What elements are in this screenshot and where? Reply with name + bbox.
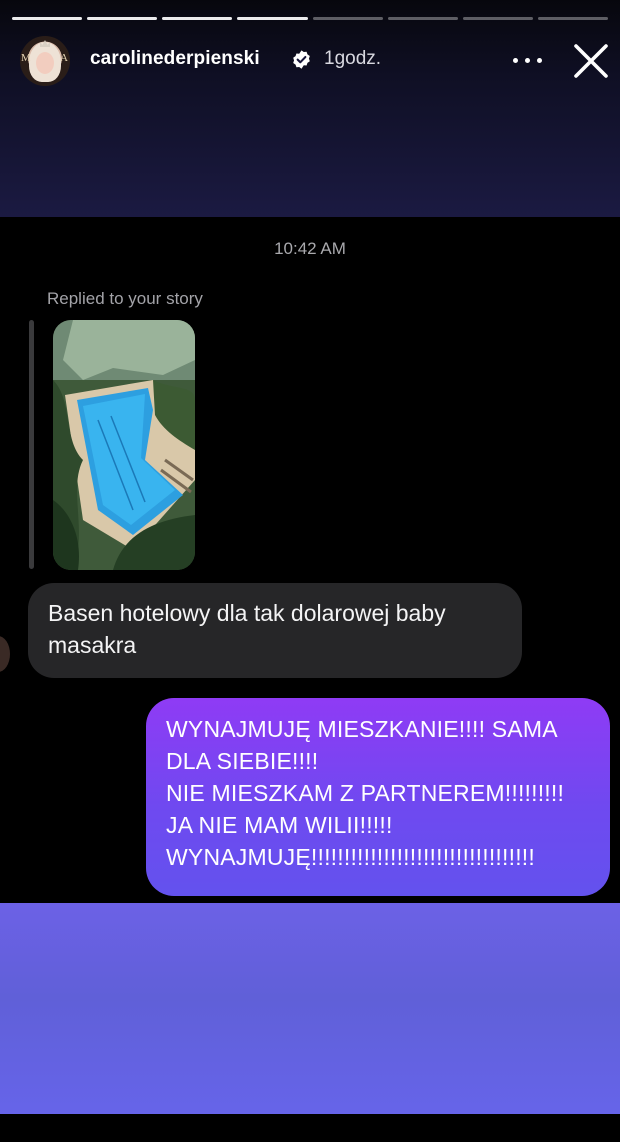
avatar-logo-right: A (60, 52, 68, 64)
more-dot (525, 58, 530, 63)
more-dot (537, 58, 542, 63)
avatar-face (36, 52, 54, 74)
more-options-icon[interactable] (510, 48, 546, 72)
story-progress-bar (12, 17, 608, 20)
story-time-ago: 1godz. (324, 48, 382, 69)
story-header-background (0, 0, 620, 217)
story-progress-segment (162, 17, 233, 20)
outgoing-message-line: WYNAJMUJĘ!!!!!!!!!!!!!!!!!!!!!!!!!!!!!!!… (166, 844, 535, 870)
outgoing-message-line: NIE MIESZKAM Z PARTNEREM!!!!!!!!! (166, 780, 565, 806)
avatar-logo-left: M (21, 52, 31, 64)
close-icon[interactable] (570, 40, 612, 82)
story-progress-segment (462, 17, 533, 20)
outgoing-message-line: JA NIE MAM WILII!!!!! (166, 812, 393, 838)
story-reply-thumbnail[interactable] (53, 320, 195, 570)
story-progress-segment (87, 17, 158, 20)
outgoing-message-line: WYNAJMUJĘ MIESZKANIE!!!! SAMA (166, 716, 558, 742)
profile-avatar[interactable]: M A (20, 36, 70, 86)
story-progress-segment (387, 17, 458, 20)
bottom-strip (0, 1114, 620, 1142)
message-timestamp: 10:42 AM (274, 239, 346, 258)
outgoing-message-line: DLA SIEBIE!!!! (166, 748, 319, 774)
more-dot (513, 58, 518, 63)
incoming-message-bubble: Basen hotelowy dla tak dolarowej baby ma… (28, 583, 522, 678)
verified-badge-icon (293, 50, 310, 69)
outgoing-message-bubble: WYNAJMUJĘ MIESZKANIE!!!! SAMA DLA SIEBIE… (146, 698, 610, 896)
story-progress-segment (237, 17, 308, 20)
story-progress-segment (312, 17, 383, 20)
story-background-gradient (0, 903, 620, 1114)
story-username[interactable]: carolinederpienski (90, 48, 260, 70)
sender-avatar[interactable] (0, 636, 10, 672)
reply-quote-bar (29, 320, 34, 569)
story-progress-segment (12, 17, 83, 20)
replied-to-story-label: Replied to your story (47, 289, 203, 308)
story-progress-segment (537, 17, 608, 20)
